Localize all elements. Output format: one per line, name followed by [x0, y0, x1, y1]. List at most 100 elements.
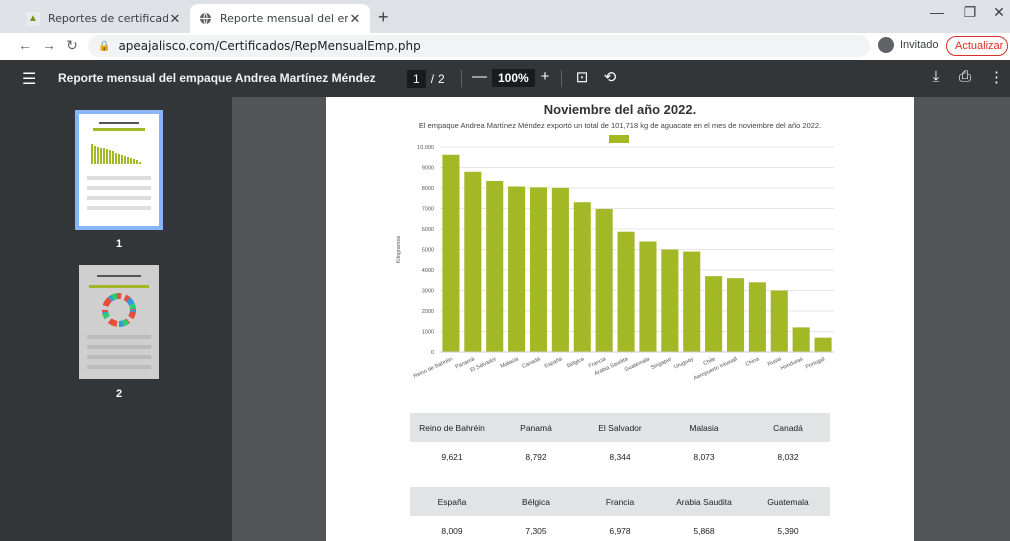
table-header-cell: Panamá — [520, 422, 552, 433]
table-header-cell: España — [437, 496, 467, 507]
apea-favicon-icon: ▲ — [26, 11, 40, 26]
y-tick-label: 3000 — [422, 289, 434, 295]
divider — [561, 70, 562, 87]
table-cell: 8,792 — [525, 451, 547, 462]
table-header-cell: Arabia Saudita — [676, 496, 732, 507]
chart-bar[interactable] — [442, 154, 460, 352]
chart-bar[interactable] — [705, 276, 723, 352]
tab-title: Reporte mensual del empaque A — [220, 12, 348, 25]
update-button[interactable]: Actualizar — [946, 36, 1008, 56]
table-header-cell: Bélgica — [522, 496, 550, 507]
close-tab-icon[interactable]: ✕ — [168, 11, 182, 27]
chart-bar[interactable] — [573, 202, 591, 352]
chart-bar[interactable] — [661, 249, 679, 353]
print-icon[interactable]: ⎙ — [957, 68, 973, 85]
tab-reporte-mensual[interactable]: Reporte mensual del empaque A ✕ — [190, 4, 370, 33]
y-tick-label: 2000 — [422, 309, 434, 315]
profile-button[interactable]: Invitado — [878, 37, 939, 53]
thumbnail-number: 1 — [116, 238, 123, 250]
table-header-cell: Canadá — [773, 422, 803, 433]
chart-bar[interactable] — [792, 327, 810, 352]
total-pages: 2 — [438, 71, 445, 86]
avatar-icon — [878, 37, 894, 53]
bar-chart: 0 1000 2000 3000 4000 5000 6000 7000 8000 9000 10,… — [396, 145, 834, 382]
fit-page-icon[interactable]: ⊡ — [574, 68, 590, 86]
more-options-icon[interactable]: ⋮ — [989, 68, 1004, 86]
close-tab-icon[interactable]: ✕ — [348, 11, 362, 27]
table-cell: 9,621 — [441, 451, 463, 462]
table-cell: 5,868 — [693, 525, 715, 536]
vertical-scrollbar[interactable] — [998, 97, 1010, 541]
y-tick-label: 4000 — [422, 268, 434, 274]
thumbnail-number: 2 — [116, 388, 123, 400]
x-tick-label: España — [544, 356, 564, 370]
chart-bar[interactable] — [683, 251, 701, 352]
rotate-icon[interactable]: ⟲ — [602, 68, 618, 86]
y-tick-label: 9000 — [422, 166, 434, 172]
y-tick-label: 5000 — [422, 248, 434, 254]
table-header-row: España Bélgica Francia Arabia Saudita Gu… — [410, 487, 830, 516]
chart-bar[interactable] — [595, 208, 613, 352]
x-tick-label: Portugal — [805, 356, 826, 370]
pdf-page: Noviembre del año 2022. El empaque Andre… — [326, 97, 914, 541]
table-header-cell: El Salvador — [598, 422, 642, 433]
exports-table: Reino de Bahréin Panamá El Salvador Mala… — [410, 413, 830, 541]
chart-bar[interactable] — [508, 186, 526, 352]
zoom-out-button[interactable]: — — [472, 68, 487, 85]
thumbnail-1-preview — [87, 122, 151, 210]
chart-bar[interactable] — [486, 180, 504, 352]
close-window-icon[interactable]: ✕ — [984, 4, 1010, 21]
chart-bar[interactable] — [814, 337, 832, 352]
back-icon[interactable]: ← — [16, 37, 34, 53]
zoom-in-button[interactable]: + — [538, 68, 552, 85]
table-cell: 8,344 — [609, 451, 631, 462]
tab-title: Reportes de certificados — [48, 12, 168, 25]
table-header-cell: Francia — [605, 496, 635, 507]
chart-bar[interactable] — [639, 241, 657, 352]
forward-icon[interactable]: → — [40, 37, 58, 53]
x-tick-label: Bélgica — [566, 356, 586, 369]
thumbnail-2-preview — [87, 275, 151, 369]
thumbnail-sidebar: 1 2 — [0, 97, 232, 541]
menu-icon[interactable]: ☰ — [22, 69, 36, 89]
pdf-toolbar: ☰ Reporte mensual del empaque Andrea Mar… — [0, 60, 1010, 97]
new-tab-button[interactable]: + — [378, 7, 389, 28]
zoom-level[interactable]: 100% — [492, 69, 535, 87]
chart-bar[interactable] — [726, 278, 745, 352]
page-thumbnail-1[interactable] — [75, 110, 163, 230]
x-tick-label: China — [745, 356, 761, 368]
lock-icon: 🔒 — [98, 40, 111, 52]
table-cell: 6,978 — [609, 525, 631, 536]
page-thumbnail-2[interactable] — [79, 265, 159, 379]
divider — [461, 70, 462, 87]
x-tick-label: Honduras — [780, 356, 804, 372]
y-tick-label: 6000 — [422, 227, 434, 233]
chart-bar[interactable] — [464, 171, 482, 352]
globe-icon — [198, 12, 212, 26]
y-axis-label: Kilogramos — [396, 235, 402, 263]
table-row: 9,621 8,792 8,344 8,073 8,032 — [410, 442, 830, 471]
url-text: apeajalisco.com/Certificados/RepMensualE… — [118, 39, 421, 53]
restore-icon[interactable]: ❐ — [955, 4, 985, 21]
update-label: Actualizar — [955, 40, 1004, 52]
minimize-icon[interactable]: — — [922, 4, 952, 20]
address-bar[interactable]: 🔒 apeajalisco.com/Certificados/RepMensua… — [88, 35, 870, 57]
table-cell: 8,032 — [777, 451, 799, 462]
x-tick-label: Reino de Bahréin — [413, 356, 454, 379]
table-cell: 8,009 — [441, 525, 463, 536]
chart-bar[interactable] — [529, 187, 548, 352]
y-tick-label: 0 — [431, 350, 434, 356]
reload-icon[interactable]: ↻ — [63, 37, 81, 54]
table-header-cell: Malasia — [689, 422, 719, 433]
table-cell: 5,390 — [777, 525, 799, 536]
table-cell: 8,073 — [693, 451, 715, 462]
table-header-cell: Reino de Bahréin — [419, 422, 485, 433]
x-tick-label: Singapur — [650, 356, 673, 371]
chart-bar[interactable] — [551, 187, 569, 352]
chart-bar[interactable] — [770, 290, 788, 353]
chart-bar[interactable] — [617, 231, 635, 352]
chart-bar[interactable] — [748, 282, 766, 352]
download-icon[interactable]: ⤓ — [928, 68, 944, 85]
tab-reportes[interactable]: ▲ Reportes de certificados ✕ — [18, 4, 190, 33]
current-page-input[interactable]: 1 — [407, 69, 426, 88]
